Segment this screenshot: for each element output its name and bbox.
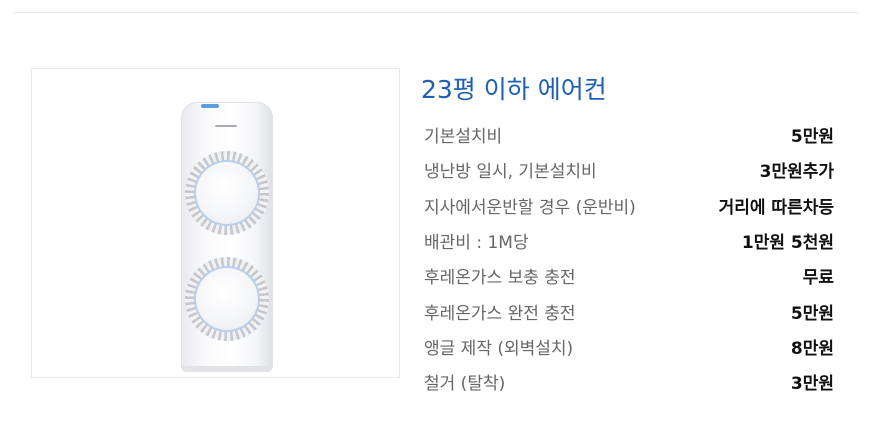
upper-fan-vent (185, 151, 269, 235)
spec-label: 지사에서운반할 경우 (운반비) (424, 197, 636, 218)
air-conditioner-image (181, 102, 273, 372)
spec-value: 3만원추가 (759, 162, 834, 183)
spec-label: 기본설치비 (424, 127, 503, 148)
spec-row: 냉난방 일시, 기본설치비 3만원추가 (424, 152, 834, 187)
spec-row: 후레온가스 보충 충전 무료 (424, 258, 834, 293)
spec-label: 앵글 제작 (외벽설치) (424, 338, 574, 359)
spec-row: 지사에서운반할 경우 (운반비) 거리에 따른차등 (424, 188, 834, 223)
spec-row: 철거 (탈착) 3만원 (424, 364, 834, 399)
spec-label: 냉난방 일시, 기본설치비 (424, 162, 597, 183)
top-divider (14, 12, 858, 13)
unit-base (181, 366, 273, 372)
spec-label: 배관비 : 1M당 (424, 233, 529, 254)
spec-label: 철거 (탈착) (424, 374, 506, 395)
spec-label: 후레온가스 완전 충전 (424, 303, 576, 324)
brand-logo (215, 125, 237, 127)
spec-value: 거리에 따른차등 (718, 197, 834, 218)
spec-value: 5만원 (790, 127, 834, 148)
upper-fan-cover (196, 162, 258, 224)
product-image-frame (31, 68, 400, 378)
spec-value: 무료 (802, 268, 834, 289)
lower-fan-vent (185, 257, 269, 341)
installation-cost-table: 기본설치비 5만원 냉난방 일시, 기본설치비 3만원추가 지사에서운반할 경우… (424, 117, 834, 399)
spec-row: 후레온가스 완전 충전 5만원 (424, 293, 834, 328)
product-title: 23평 이하 에어컨 (421, 75, 607, 104)
spec-value: 8만원 (790, 338, 834, 359)
lower-fan-cover (196, 268, 258, 330)
spec-value: 3만원 (790, 374, 834, 395)
spec-label: 후레온가스 보충 충전 (424, 268, 576, 289)
display-indicator (201, 104, 219, 108)
spec-value: 5만원 (790, 303, 834, 324)
spec-row: 기본설치비 5만원 (424, 117, 834, 152)
spec-row: 배관비 : 1M당 1만원 5천원 (424, 223, 834, 258)
spec-value: 1만원 5천원 (741, 233, 834, 254)
spec-row: 앵글 제작 (외벽설치) 8만원 (424, 329, 834, 364)
